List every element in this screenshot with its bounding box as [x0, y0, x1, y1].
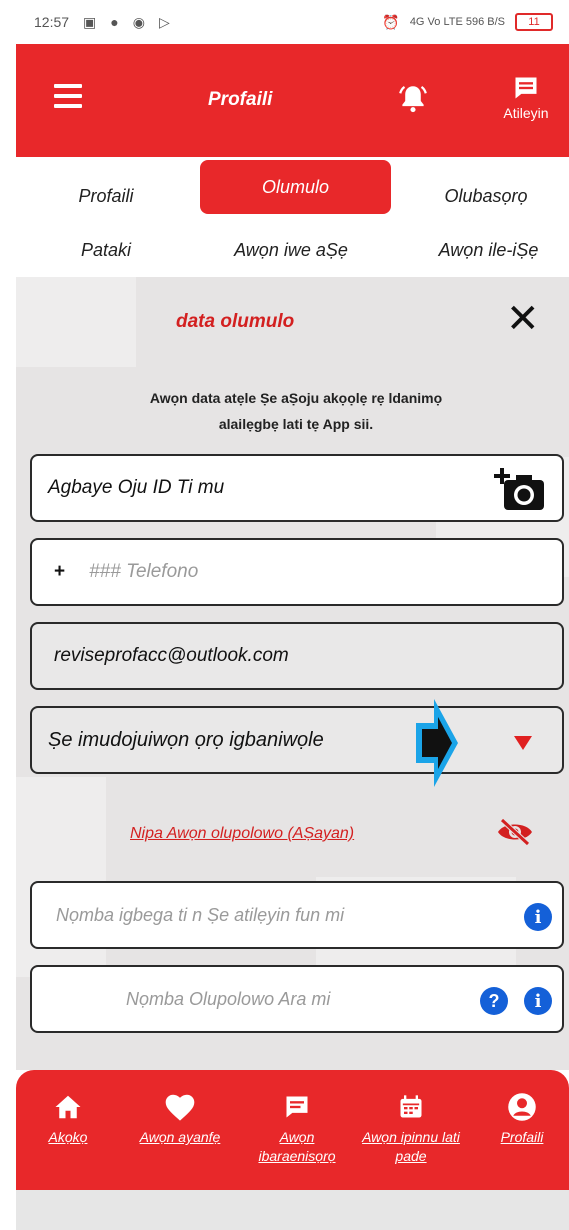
nav-item-interactions[interactable]: Awọn ibaraenisọrọ: [242, 1090, 352, 1166]
pointer-arrow-icon: [412, 697, 460, 794]
nav-label: Awọn ibaraenisọrọ: [258, 1129, 336, 1164]
nav-item-home[interactable]: Akọkọ: [38, 1090, 98, 1147]
calendar-icon: [356, 1090, 466, 1124]
screenshot-icon: ▣: [83, 13, 97, 30]
dropdown-arrow-icon[interactable]: [514, 736, 532, 750]
tab-profaili[interactable]: Profaili: [26, 175, 186, 217]
message-icon: [242, 1090, 352, 1124]
status-bar: 12:57 ▣ ● ◉ ▷ ⏰ 4G Vo LTE 596 B/S 11: [0, 0, 569, 44]
promo-code-placeholder: Nọmba igbega ti n Ṣe atilẹyin fun mi: [56, 904, 345, 925]
play-icon: ▷: [158, 13, 170, 30]
page-title: Profaili: [208, 89, 273, 110]
user-icon: [486, 1090, 558, 1124]
password-change-dropdown[interactable]: Ṣe imudojuiwọn ọrọ igbaniwọle: [30, 706, 564, 774]
agent-number-field[interactable]: Nọmba Olupolowo Ara mi ? i: [30, 965, 564, 1033]
heart-icon: [128, 1090, 232, 1124]
phone-placeholder: ### Telefono: [89, 561, 199, 582]
nav-label: Akọkọ: [48, 1129, 88, 1145]
agent-number-placeholder: Nọmba Olupolowo Ara mi: [126, 988, 331, 1009]
tab-awon-ile-ise[interactable]: Awọn ile-iṢẹ: [411, 229, 566, 271]
alarm-icon: ⏰: [382, 13, 400, 30]
nav-label: Profaili: [500, 1129, 544, 1145]
system-nav-area: [16, 1190, 569, 1230]
battery-icon: 11: [515, 13, 553, 31]
tab-pataki[interactable]: Pataki: [26, 229, 186, 271]
app-bar: Profaili Atileyin: [16, 44, 569, 157]
support-icon: [493, 74, 559, 105]
signal-text: 4G Vo LTE 596 B/S: [409, 16, 505, 28]
phone-field[interactable]: + ### Telefono: [30, 538, 564, 606]
nav-item-appointments[interactable]: Awọn ipinnu lati pade: [356, 1090, 466, 1166]
chat-icon: ●: [110, 14, 119, 30]
background-pattern: [16, 277, 136, 367]
add-photo-icon[interactable]: [494, 466, 548, 520]
profile-tabs: Profaili Olumulo Olubasọrọ Pataki Awọn i…: [16, 157, 569, 277]
status-time: 12:57: [34, 14, 70, 30]
notification-icon: ◉: [132, 13, 145, 30]
menu-icon[interactable]: [54, 84, 82, 114]
nav-label: Awọn ipinnu lati pade: [362, 1129, 460, 1164]
tab-awon-iwe-ase[interactable]: Awọn iwe aṢẹ: [206, 229, 376, 271]
email-value: reviseprofacc@outlook.com: [54, 645, 289, 666]
support-button[interactable]: Atileyin: [493, 74, 559, 121]
nav-item-profile[interactable]: Profaili: [486, 1090, 558, 1147]
info-icon[interactable]: i: [524, 903, 552, 931]
eye-off-icon[interactable]: [496, 817, 534, 852]
user-data-panel: data olumulo ✕ Awọn data atẹle Ṣe aṢoju …: [16, 277, 569, 1070]
face-id-field[interactable]: Agbaye Oju ID Ti mu: [30, 454, 564, 522]
phone-prefix: +: [54, 561, 66, 582]
help-icon[interactable]: ?: [480, 987, 508, 1015]
tab-olumulo[interactable]: Olumulo: [200, 160, 391, 214]
close-icon[interactable]: ✕: [506, 299, 540, 339]
promo-code-field[interactable]: Nọmba igbega ti n Ṣe atilẹyin fun mi i: [30, 881, 564, 949]
panel-note: Awọn data atẹle Ṣe aṢoju akọọlẹ rẹ ldani…: [149, 390, 443, 432]
email-field[interactable]: reviseprofacc@outlook.com: [30, 622, 564, 690]
info-icon[interactable]: i: [524, 987, 552, 1015]
support-label: Atileyin: [503, 105, 549, 121]
face-id-label: Agbaye Oju ID Ti mu: [48, 477, 225, 498]
nav-label: Awọn ayanfẹ: [139, 1129, 221, 1145]
bell-icon[interactable]: [396, 82, 430, 121]
tab-olubasoro[interactable]: Olubasọrọ: [411, 175, 561, 217]
nav-item-favorites[interactable]: Awọn ayanfẹ: [128, 1090, 232, 1147]
bottom-navigation: Akọkọ Awọn ayanfẹ Awọn ibaraenisọrọ Awọn…: [16, 1070, 569, 1190]
home-icon: [38, 1090, 98, 1124]
panel-title: data olumulo: [176, 311, 295, 332]
agents-link[interactable]: Nipa Awọn olupolowo (AṢayan): [130, 825, 354, 843]
password-change-label: Ṣe imudojuiwọn ọrọ igbaniwọle: [48, 728, 324, 751]
